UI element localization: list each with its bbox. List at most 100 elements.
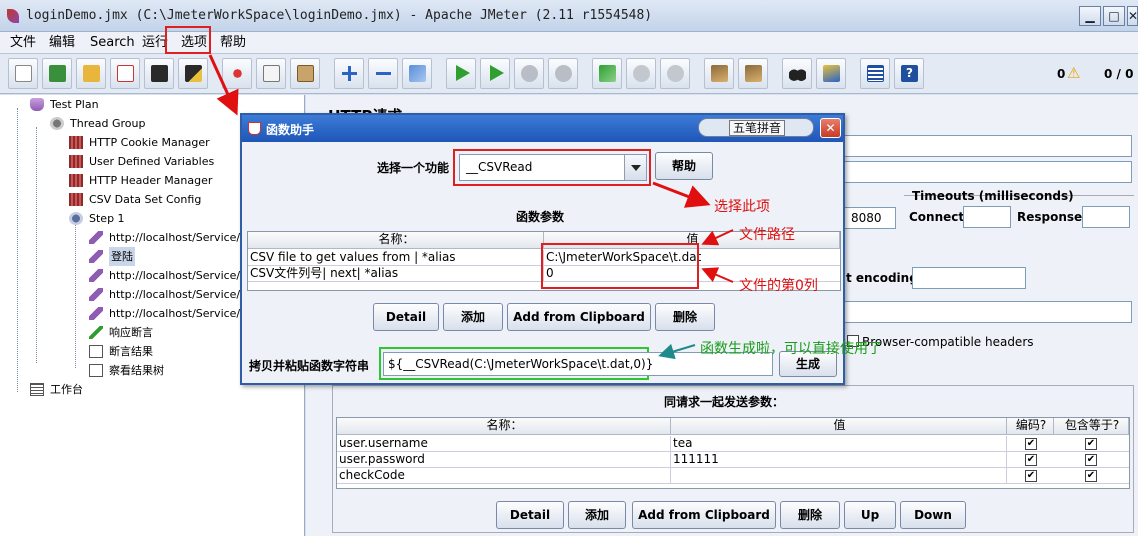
start-button[interactable] [446, 58, 476, 89]
function-helper-button[interactable] [860, 58, 890, 89]
param-encode-checkbox[interactable]: ✔ [1025, 470, 1037, 482]
expand-button[interactable] [334, 58, 364, 89]
sampler-pen-icon [89, 288, 103, 301]
annotation-column-zero: 文件的第0列 [739, 278, 818, 294]
java-cup-icon [248, 122, 261, 135]
thread-group-icon [50, 117, 64, 130]
function-param-name[interactable]: CSV file to get values from | *alias [248, 250, 544, 266]
param-include-equals-checkbox[interactable]: ✔ [1085, 470, 1097, 482]
remote-shutdown-button[interactable] [660, 58, 690, 89]
sampler-pen-icon [89, 307, 103, 320]
stop-button[interactable] [514, 58, 544, 89]
comments-field[interactable] [842, 161, 1132, 183]
param-name[interactable]: checkCode [337, 468, 671, 484]
save-as-button[interactable] [178, 58, 208, 89]
collapse-button[interactable] [368, 58, 398, 89]
clear-broom-icon [711, 65, 728, 82]
toolbar: ? 0 ⚠ 0 / 0 [0, 54, 1138, 94]
clear-button[interactable] [704, 58, 734, 89]
toggle-button[interactable] [402, 58, 432, 89]
save-button[interactable] [144, 58, 174, 89]
param-value[interactable] [671, 468, 1007, 484]
search-button[interactable] [782, 58, 812, 89]
function-select[interactable]: __CSVRead [459, 154, 647, 181]
folder-icon [83, 65, 100, 82]
menu-search[interactable]: Search [86, 34, 139, 52]
play-icon [456, 65, 470, 81]
sampler-pen-icon [89, 250, 103, 263]
remote-start-button[interactable] [592, 58, 622, 89]
function-param-header-name: 名称： [248, 232, 544, 249]
function-param-name[interactable]: CSV文件列号| next| *alias [248, 266, 544, 282]
play-no-pause-icon [490, 65, 504, 81]
minus-icon [375, 65, 392, 82]
plus-icon [341, 65, 358, 82]
templates-icon [49, 65, 66, 82]
param-include-equals-checkbox[interactable]: ✔ [1085, 454, 1097, 466]
dialog-title: 函数助手 [266, 123, 315, 137]
start-no-pauses-button[interactable] [480, 58, 510, 89]
warning-icon: ⚠ [1067, 64, 1081, 82]
param-name[interactable]: user.username [337, 436, 671, 452]
save-as-icon [185, 65, 202, 82]
chevron-down-icon [624, 155, 646, 180]
cut-button[interactable] [222, 58, 252, 89]
param-encode-checkbox[interactable]: ✔ [1025, 438, 1037, 450]
name-field[interactable] [842, 135, 1132, 157]
annotation-file-path: 文件路径 [739, 227, 795, 243]
function-detail-button[interactable]: Detail [373, 303, 439, 331]
param-add-button[interactable]: 添加 [568, 501, 626, 529]
function-delete-button[interactable]: 删除 [655, 303, 715, 331]
connect-label: Connect: [909, 210, 969, 224]
shutdown-icon [555, 65, 572, 82]
function-list-icon [867, 65, 884, 82]
param-add-clipboard-button[interactable]: Add from Clipboard [632, 501, 776, 529]
remote-stop-button[interactable] [626, 58, 656, 89]
maximize-button[interactable]: □ [1103, 6, 1125, 26]
param-value[interactable]: 111111 [671, 452, 1007, 468]
menu-help[interactable]: 帮助 [216, 34, 250, 52]
copy-icon [263, 65, 280, 82]
open-button[interactable] [76, 58, 106, 89]
function-add-button[interactable]: 添加 [443, 303, 503, 331]
response-timeout-field[interactable] [1082, 206, 1130, 228]
config-element-icon [69, 193, 83, 206]
help-button[interactable]: ? [894, 58, 924, 89]
param-delete-button[interactable]: 删除 [780, 501, 840, 529]
shutdown-button[interactable] [548, 58, 578, 89]
annotation-generated: 函数生成啦，可以直接使用了 [700, 341, 882, 357]
sampler-pen-icon [89, 231, 103, 244]
toggle-icon [409, 65, 426, 82]
minimize-button[interactable]: ▁ [1079, 6, 1101, 26]
menu-edit[interactable]: 编辑 [45, 34, 79, 52]
templates-button[interactable] [42, 58, 72, 89]
param-up-button[interactable]: Up [844, 501, 896, 529]
clear-all-button[interactable] [738, 58, 768, 89]
window-close-button[interactable]: ✕ [1127, 6, 1138, 26]
param-value[interactable]: tea [671, 436, 1007, 452]
remote-start-icon [599, 65, 616, 82]
param-name[interactable]: user.password [337, 452, 671, 468]
encoding-field[interactable] [912, 267, 1026, 289]
copy-button[interactable] [256, 58, 286, 89]
paste-button[interactable] [290, 58, 320, 89]
reset-search-button[interactable] [816, 58, 846, 89]
param-header-include-equals: 包含等于? [1054, 418, 1129, 435]
reset-search-broom-icon [823, 65, 840, 82]
new-button[interactable] [8, 58, 38, 89]
connect-timeout-field[interactable] [963, 206, 1011, 228]
function-add-clipboard-button[interactable]: Add from Clipboard [507, 303, 651, 331]
path-field[interactable] [842, 301, 1132, 323]
param-detail-button[interactable]: Detail [496, 501, 564, 529]
close-file-button[interactable] [110, 58, 140, 89]
param-header-value: 值 [671, 418, 1007, 435]
browser-headers-label: Browser-compatible headers [862, 335, 1034, 349]
port-field[interactable]: 8080 [844, 207, 896, 229]
param-header-name: 名称： [337, 418, 671, 435]
param-encode-checkbox[interactable]: ✔ [1025, 454, 1037, 466]
param-down-button[interactable]: Down [900, 501, 966, 529]
function-help-button[interactable]: 帮助 [655, 152, 713, 180]
menu-file[interactable]: 文件 [6, 34, 40, 52]
param-include-equals-checkbox[interactable]: ✔ [1085, 438, 1097, 450]
dialog-close-button[interactable]: ✕ [820, 118, 841, 138]
